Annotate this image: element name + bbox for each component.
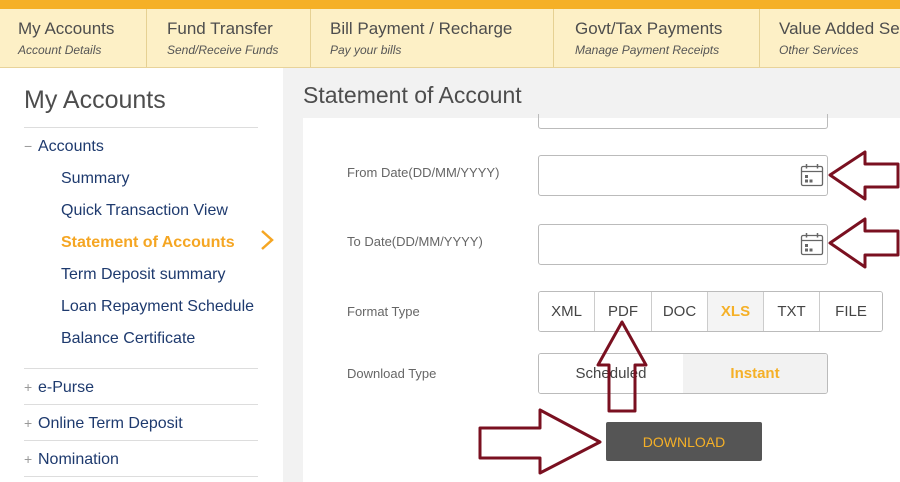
calendar-icon[interactable]	[800, 163, 824, 187]
expand-icon: +	[24, 415, 33, 431]
nav-title: Govt/Tax Payments	[575, 19, 723, 38]
page-title: Statement of Account	[303, 82, 522, 108]
top-accent-strip	[0, 0, 900, 9]
sidebar-group-label: Accounts	[38, 138, 104, 155]
sidebar-group-online-term-deposit[interactable]: + Online Term Deposit	[24, 415, 183, 433]
download-type-instant[interactable]: Instant	[683, 354, 827, 393]
download-button[interactable]: DOWNLOAD	[606, 422, 762, 461]
nav-title: My Accounts	[18, 19, 115, 38]
to-date-label: To Date(DD/MM/YYYY)	[347, 234, 483, 249]
expand-icon: +	[24, 451, 33, 467]
nav-title: Value Added Ser	[779, 19, 900, 38]
divider	[24, 440, 258, 441]
chevron-right-icon	[261, 230, 274, 250]
sidebar-group-label: e-Purse	[38, 379, 95, 396]
main-content: Statement of Account From Date(DD/MM/YYY…	[283, 68, 900, 482]
format-option-doc[interactable]: DOC	[652, 292, 708, 331]
nav-subtitle: Send/Receive Funds	[167, 43, 279, 57]
download-type-scheduled[interactable]: Scheduled	[539, 354, 683, 393]
expand-icon: +	[24, 379, 33, 395]
nav-fund-transfer[interactable]: Fund Transfer Send/Receive Funds	[149, 9, 311, 67]
format-option-txt[interactable]: TXT	[764, 292, 820, 331]
nav-bill-payment[interactable]: Bill Payment / Recharge Pay your bills	[312, 9, 554, 67]
sidebar-item-statement-of-accounts[interactable]: Statement of Accounts	[61, 234, 235, 252]
sidebar-group-accounts[interactable]: − Accounts	[24, 138, 104, 156]
divider	[24, 404, 258, 405]
sidebar-item-loan-repayment-schedule[interactable]: Loan Repayment Schedule	[61, 298, 254, 316]
divider	[24, 476, 258, 477]
download-type-selector: Scheduled Instant	[538, 353, 828, 394]
from-date-label: From Date(DD/MM/YYYY)	[347, 165, 500, 180]
format-option-file[interactable]: FILE	[820, 292, 882, 331]
sidebar-group-e-purse[interactable]: + e-Purse	[24, 379, 94, 397]
sidebar-group-label: Online Term Deposit	[38, 415, 183, 432]
to-date-field[interactable]	[538, 224, 828, 265]
download-type-label: Download Type	[347, 366, 437, 381]
account-select-field[interactable]	[538, 114, 828, 129]
collapse-icon: −	[24, 138, 33, 154]
nav-subtitle: Other Services	[779, 43, 859, 57]
sidebar-group-label: Nomination	[38, 451, 119, 468]
divider	[24, 127, 258, 128]
nav-subtitle: Pay your bills	[330, 43, 402, 57]
sidebar-item-term-deposit-summary[interactable]: Term Deposit summary	[61, 266, 225, 284]
format-option-xls[interactable]: XLS	[708, 292, 764, 331]
calendar-icon[interactable]	[800, 232, 824, 256]
nav-my-accounts[interactable]: My Accounts Account Details	[0, 9, 147, 67]
sidebar: My Accounts − Accounts Summary Quick Tran…	[0, 68, 283, 482]
from-date-field[interactable]	[538, 155, 828, 196]
format-option-pdf[interactable]: PDF	[595, 292, 652, 331]
nav-govt-tax-payments[interactable]: Govt/Tax Payments Manage Payment Receipt…	[557, 9, 760, 67]
sidebar-item-balance-certificate[interactable]: Balance Certificate	[61, 330, 195, 348]
nav-subtitle: Manage Payment Receipts	[575, 43, 720, 57]
nav-value-added-services[interactable]: Value Added Ser Other Services	[761, 9, 900, 67]
format-option-xml[interactable]: XML	[539, 292, 595, 331]
sidebar-title: My Accounts	[24, 86, 166, 114]
nav-title: Fund Transfer	[167, 19, 273, 38]
statement-form: From Date(DD/MM/YYYY) To Date(DD/MM/YYYY…	[303, 114, 900, 482]
sidebar-item-summary[interactable]: Summary	[61, 170, 129, 188]
sidebar-item-quick-transaction-view[interactable]: Quick Transaction View	[61, 202, 228, 220]
nav-subtitle: Account Details	[18, 43, 102, 57]
divider	[24, 368, 258, 369]
format-type-selector: XML PDF DOC XLS TXT FILE	[538, 291, 883, 332]
format-type-label: Format Type	[347, 304, 420, 319]
sidebar-group-nomination[interactable]: + Nomination	[24, 451, 119, 469]
top-navigation: My Accounts Account Details Fund Transfe…	[0, 9, 900, 68]
nav-title: Bill Payment / Recharge	[330, 19, 513, 38]
